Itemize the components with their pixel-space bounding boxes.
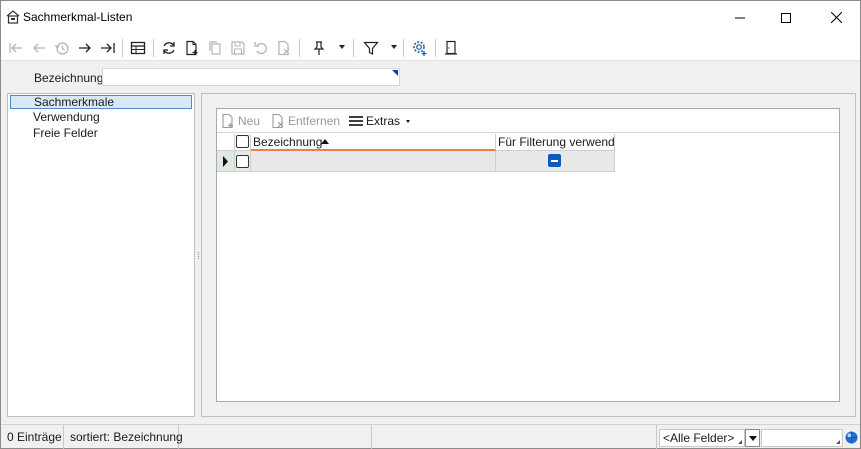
extras-menu-button[interactable]: Extras — [349, 113, 411, 129]
grid-toolbar: Neu Entfernen Extras — [217, 109, 839, 133]
select-all-checkbox[interactable] — [236, 135, 249, 148]
remove-document-icon — [272, 113, 284, 129]
toolbar-separator — [353, 39, 354, 57]
status-empty-2 — [372, 425, 657, 449]
new-button[interactable]: Neu — [221, 113, 260, 129]
new-document-icon — [222, 113, 233, 129]
status-empty-1 — [179, 425, 372, 449]
status-search-input[interactable] — [761, 429, 843, 447]
filter-corner-marker — [392, 70, 398, 76]
remove-button[interactable]: Entfernen — [271, 113, 340, 129]
save-icon — [231, 41, 245, 55]
previous-record-button[interactable] — [28, 37, 50, 59]
filterung-indeterminate-checkbox[interactable] — [548, 154, 561, 167]
app-house-icon — [5, 9, 21, 25]
filter-row: Bezeichnung — [1, 62, 860, 92]
extras-label: Extras — [366, 114, 401, 128]
copy-icon — [209, 41, 221, 55]
undo-icon — [254, 42, 267, 55]
nav-item-sachmerkmale[interactable]: Sachmerkmale — [10, 95, 192, 109]
toolbar-separator — [122, 39, 123, 57]
pin-icon — [313, 41, 325, 55]
status-sort: sortiert: Bezeichnung — [64, 425, 183, 449]
status-record-count: 0 Einträge — [1, 425, 64, 449]
first-record-button[interactable] — [5, 37, 27, 59]
first-icon — [9, 43, 22, 53]
nav-item-freie-felder[interactable]: Freie Felder — [10, 127, 192, 141]
nav-list: Sachmerkmale Verwendung Freie Felder — [7, 93, 195, 417]
row-indicator-header — [217, 134, 235, 151]
column-header-filterung-label: Für Filterung verwendbar — [498, 135, 615, 149]
filter-label: Bezeichnung — [34, 71, 104, 85]
maximize-button[interactable] — [763, 1, 809, 34]
window: Sachmerkmal-Listen Bezeichnung Sachmerkm… — [0, 0, 861, 449]
globe-search-button[interactable] — [845, 431, 858, 444]
new-document-icon — [186, 40, 198, 56]
current-row-arrow-icon — [223, 156, 228, 167]
delete-document-icon — [278, 40, 290, 56]
toolbar-separator — [435, 39, 436, 57]
main-toolbar — [1, 34, 860, 61]
field-select-value: <Alle Felder> — [663, 431, 735, 445]
row-checkbox[interactable] — [236, 155, 249, 168]
resize-grip-icon — [836, 440, 840, 444]
last-icon — [101, 43, 115, 53]
minimize-button[interactable] — [717, 1, 763, 34]
pin-dropdown-arrow[interactable] — [339, 45, 345, 49]
nav-item-verwendung[interactable]: Verwendung — [10, 111, 192, 125]
new-record-button[interactable] — [181, 37, 203, 59]
exit-button[interactable] — [440, 37, 462, 59]
delete-button[interactable] — [273, 37, 295, 59]
arrow-left-icon — [33, 43, 45, 53]
history-button[interactable] — [51, 37, 73, 59]
save-button[interactable] — [227, 37, 249, 59]
row-indicator — [217, 151, 235, 172]
title-bar: Sachmerkmal-Listen — [1, 1, 860, 34]
field-select-combo[interactable]: <Alle Felder> — [659, 429, 745, 447]
status-bar: 0 Einträge sortiert: Bezeichnung <Alle F… — [1, 424, 860, 449]
table-icon — [130, 41, 146, 55]
toolbar-separator — [299, 39, 300, 57]
copy-record-button[interactable] — [204, 37, 226, 59]
resize-grip-icon — [738, 440, 742, 444]
grid-container: Neu Entfernen Extras Bezeichnung Für Fil… — [216, 108, 840, 402]
gear-icon — [413, 41, 427, 56]
field-select-dropdown-button[interactable] — [745, 429, 760, 447]
select-all-header — [235, 134, 251, 151]
close-button[interactable] — [813, 1, 859, 34]
splitter-handle[interactable] — [197, 251, 200, 265]
column-header-bezeichnung-label: Bezeichnung — [253, 135, 323, 149]
window-title: Sachmerkmal-Listen — [23, 10, 133, 24]
last-record-button[interactable] — [97, 37, 119, 59]
cell-filterung[interactable] — [496, 151, 615, 172]
toolbar-separator — [153, 39, 154, 57]
cell-bezeichnung[interactable] — [251, 151, 496, 172]
history-icon — [54, 42, 69, 55]
toolbar-separator — [403, 39, 404, 57]
sort-ascending-icon — [321, 139, 329, 144]
extras-dropdown-arrow — [406, 119, 411, 123]
settings-button[interactable] — [409, 37, 431, 59]
undo-button[interactable] — [250, 37, 272, 59]
pin-button[interactable] — [308, 37, 330, 59]
filter-icon — [363, 41, 379, 55]
next-record-button[interactable] — [74, 37, 96, 59]
refresh-icon — [163, 42, 175, 54]
filter-dropdown-arrow[interactable] — [391, 45, 397, 49]
remove-button-label: Entfernen — [288, 114, 341, 128]
refresh-button[interactable] — [158, 37, 180, 59]
column-header-filterung[interactable]: Für Filterung verwendbar — [496, 134, 615, 151]
detail-panel: Neu Entfernen Extras Bezeichnung Für Fil… — [201, 93, 856, 417]
table-view-button[interactable] — [127, 37, 149, 59]
globe-icon — [845, 431, 858, 444]
filter-button[interactable] — [360, 37, 382, 59]
exit-door-icon — [445, 40, 457, 55]
column-header-bezeichnung[interactable]: Bezeichnung — [251, 134, 496, 151]
row-select-cell — [235, 151, 251, 172]
hamburger-menu-icon — [349, 116, 363, 126]
arrow-right-icon — [79, 43, 91, 53]
bezeichnung-filter-input[interactable] — [102, 68, 400, 86]
new-button-label: Neu — [238, 114, 261, 128]
